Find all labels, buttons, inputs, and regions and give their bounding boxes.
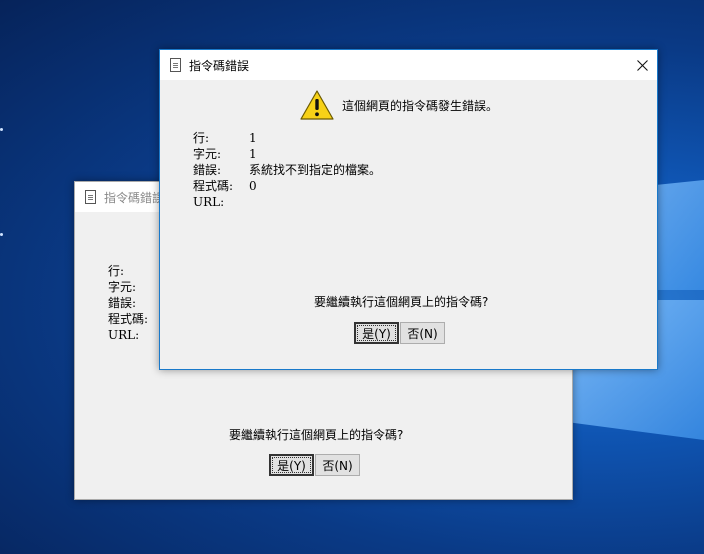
desktop-icon-dot — [0, 233, 3, 236]
url-label: URL: — [193, 195, 225, 209]
error-heading-row: 這個網頁的指令碼發生錯誤。 — [300, 90, 498, 120]
char-label: 字元: — [193, 147, 222, 161]
button-row: 是(Y) 否(N) — [354, 322, 446, 344]
yes-button[interactable]: 是(Y) — [354, 322, 399, 344]
error-details: 行: 1 字元: 1 錯誤: 系統找不到指定的檔案。 程式碼: 0 URL: — [193, 130, 381, 210]
yes-button[interactable]: 是(Y) — [269, 454, 314, 476]
code-label: 程式碼: — [193, 179, 234, 193]
document-icon — [170, 58, 181, 72]
char-value: 1 — [249, 147, 257, 161]
no-button[interactable]: 否(N) — [315, 454, 360, 476]
dialog-title: 指令碼錯誤 — [189, 58, 250, 73]
no-button[interactable]: 否(N) — [400, 322, 445, 344]
desktop-icon-dot — [0, 128, 3, 131]
dialog-title: 指令碼錯誤 — [104, 190, 165, 205]
char-label: 字元: — [108, 280, 137, 294]
warning-icon — [300, 90, 334, 120]
line-label: 行: — [193, 131, 210, 145]
url-label: URL: — [108, 328, 140, 342]
line-label: 行: — [108, 264, 125, 278]
error-label: 錯誤: — [193, 163, 222, 177]
code-value: 0 — [249, 179, 257, 193]
document-icon — [85, 190, 96, 204]
button-row: 是(Y) 否(N) — [269, 454, 361, 476]
close-icon — [636, 59, 648, 71]
script-error-dialog: 指令碼錯誤 這個網頁的指令碼發生錯誤。 行: 1 字元: 1 錯誤: 系統找不到… — [159, 49, 658, 370]
dialog-titlebar[interactable]: 指令碼錯誤 — [160, 50, 657, 80]
error-heading: 這個網頁的指令碼發生錯誤。 — [342, 98, 499, 113]
error-details: 行: 字元: 錯誤: 程式碼: URL: — [108, 263, 164, 343]
continue-question: 要繼續執行這個網頁上的指令碼? — [314, 295, 489, 309]
continue-question: 要繼續執行這個網頁上的指令碼? — [229, 428, 404, 442]
close-button[interactable] — [627, 50, 657, 80]
line-value: 1 — [249, 131, 257, 145]
code-label: 程式碼: — [108, 312, 149, 326]
error-label: 錯誤: — [108, 296, 137, 310]
error-value: 系統找不到指定的檔案。 — [249, 163, 382, 177]
